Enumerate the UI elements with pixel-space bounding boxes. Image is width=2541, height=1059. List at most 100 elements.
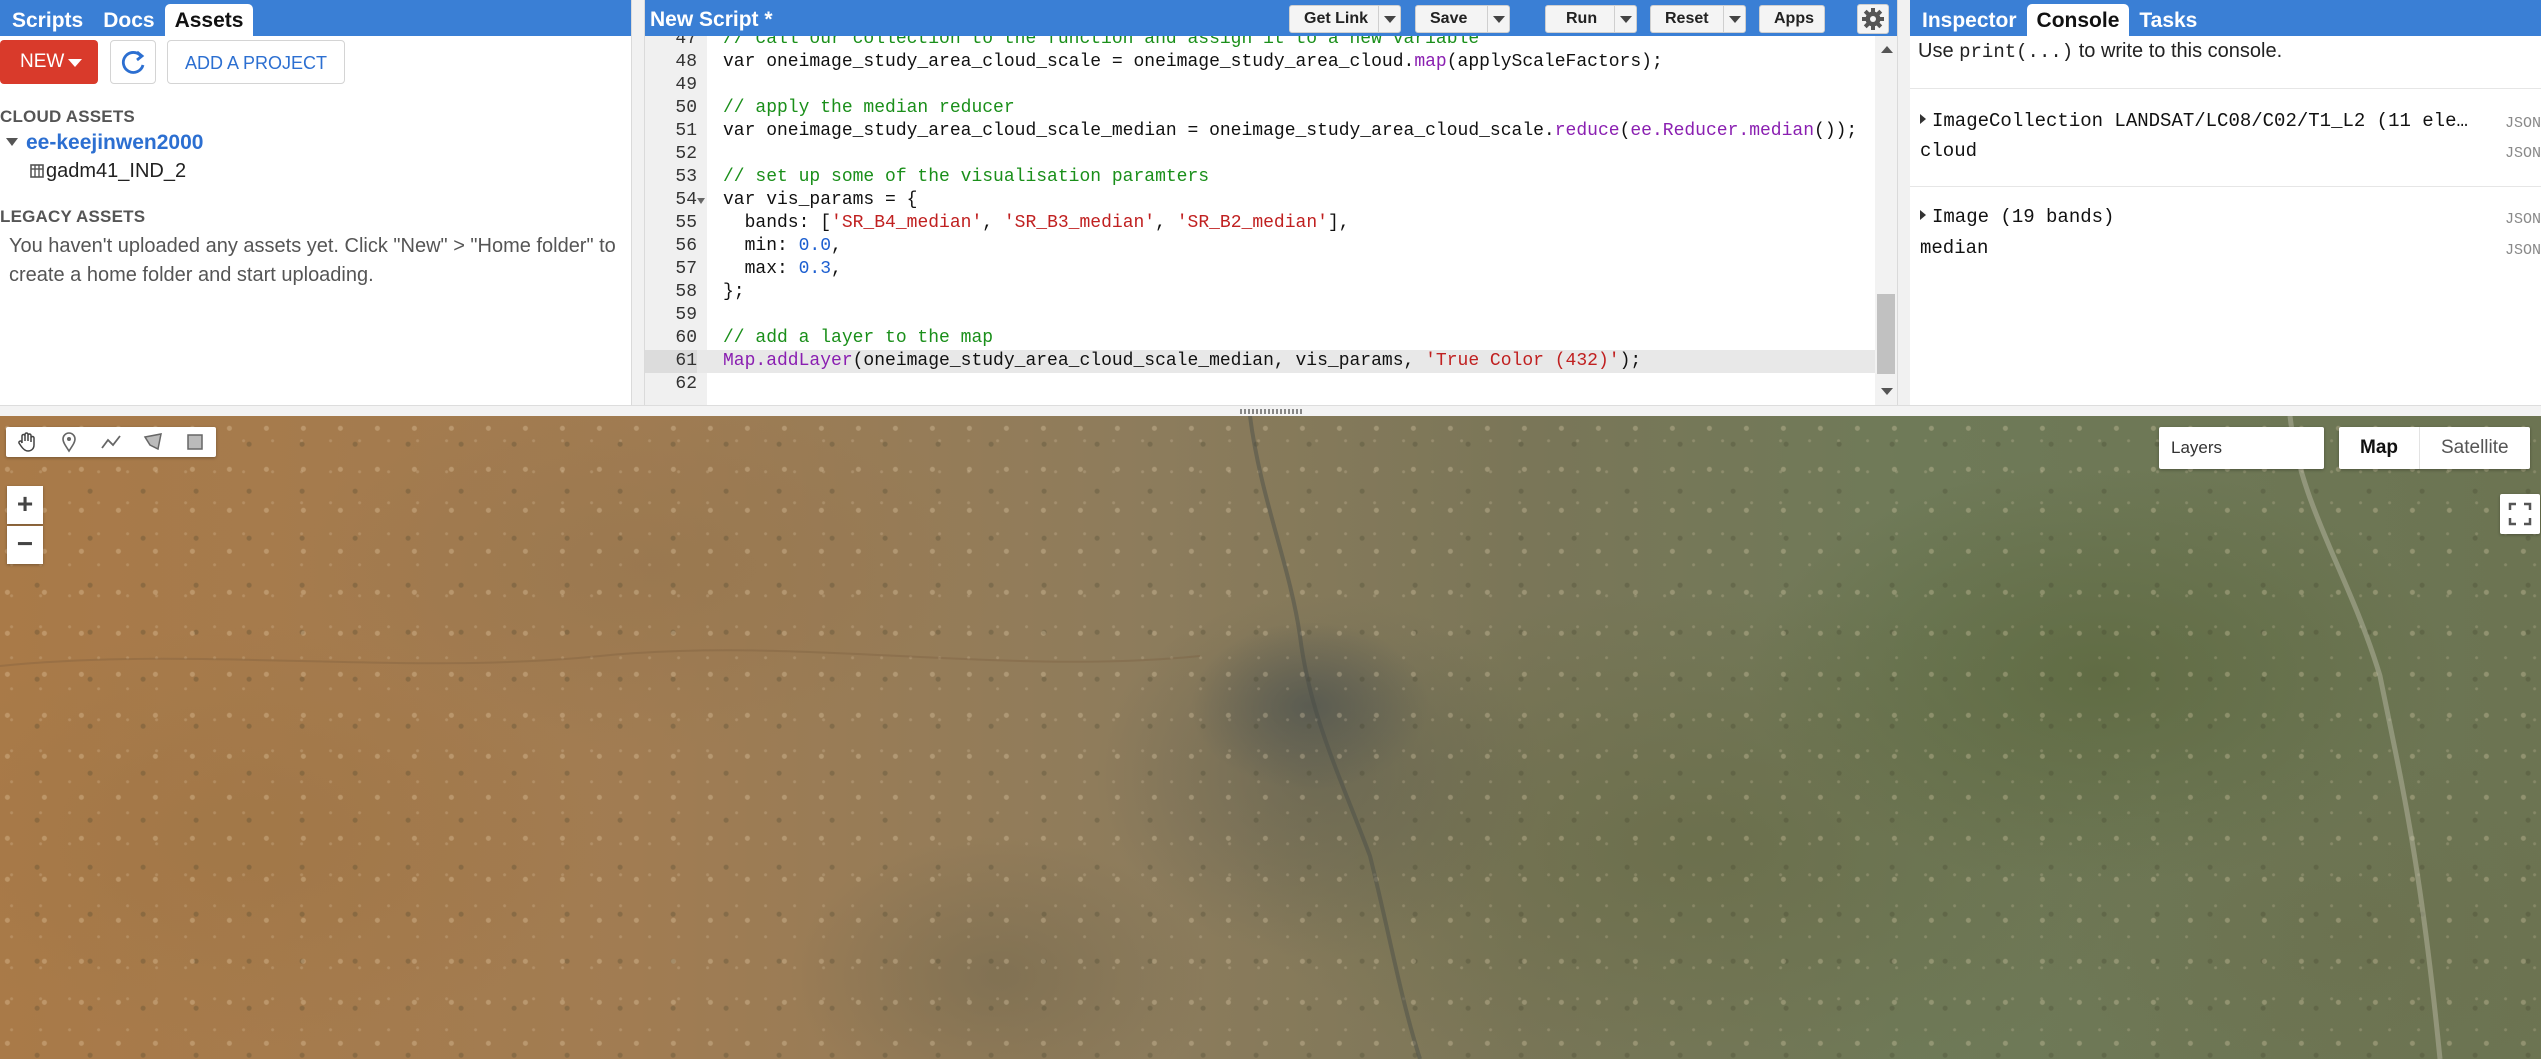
code-line[interactable]: 54 var vis_params = {: [645, 189, 1875, 212]
code-line[interactable]: 58};: [645, 281, 1875, 304]
code-line[interactable]: 60 // add a layer to the map: [645, 327, 1875, 350]
river-overlay: [0, 416, 2443, 1059]
left-tabbar: Scripts Docs Assets: [0, 0, 631, 36]
hint-code: print(...): [1959, 41, 2074, 63]
console-entry-title[interactable]: ImageCollection LANDSAT/LC08/C02/T1_L2 (…: [1920, 110, 2468, 132]
save-button[interactable]: Save: [1415, 5, 1510, 33]
apps-button[interactable]: Apps: [1759, 5, 1825, 33]
line-number: 54: [675, 190, 697, 210]
scroll-down-icon[interactable]: [1881, 388, 1893, 395]
code-line[interactable]: 48 var oneimage_study_area_cloud_scale = …: [645, 51, 1875, 74]
code-line[interactable]: 47 // call our collection to the function…: [645, 36, 1875, 51]
code-line[interactable]: 53 // set up some of the visualisation pa…: [645, 166, 1875, 189]
chevron-down-icon[interactable]: [1487, 6, 1509, 32]
console-entry-title[interactable]: Image (19 bands): [1920, 206, 2114, 228]
panel-resizer-right[interactable]: [1897, 0, 1911, 405]
code-line[interactable]: 49: [645, 74, 1875, 97]
entry-title-text: Image (19 bands): [1932, 206, 2115, 228]
code-line[interactable]: 51 var oneimage_study_area_cloud_scale_me…: [645, 120, 1875, 143]
code-text: max: 0.3,: [723, 259, 842, 279]
fold-arrow-icon[interactable]: [697, 198, 705, 204]
expand-triangle-icon[interactable]: [1920, 114, 1926, 124]
line-number: 48: [675, 52, 697, 72]
new-button-label: NEW: [20, 51, 65, 72]
map-type-control: Map Satellite: [2339, 427, 2530, 469]
tab-console[interactable]: Console: [2026, 4, 2130, 36]
code-text: bands: ['SR_B4_median', 'SR_B3_median', …: [723, 213, 1350, 233]
chevron-down-icon[interactable]: [1378, 6, 1400, 32]
expand-triangle-icon[interactable]: [1920, 210, 1926, 220]
pan-tool[interactable]: [6, 427, 48, 457]
tab-tasks[interactable]: Tasks: [2129, 4, 2207, 36]
line-number: 62: [675, 374, 697, 394]
refresh-button[interactable]: [110, 40, 156, 84]
json-link[interactable]: JSON: [2505, 145, 2541, 162]
panel-resizer-left[interactable]: [631, 0, 645, 405]
settings-button[interactable]: [1857, 4, 1889, 34]
tab-inspector[interactable]: Inspector: [1912, 4, 2027, 36]
map-type-satellite[interactable]: Satellite: [2420, 427, 2530, 469]
code-text: // call our collection to the function a…: [723, 36, 1480, 49]
add-marker-tool[interactable]: [48, 427, 90, 457]
tab-docs[interactable]: Docs: [93, 4, 164, 36]
code-text: var oneimage_study_area_cloud_scale = on…: [723, 52, 1663, 72]
caret-down-icon: [68, 59, 82, 67]
code-line[interactable]: 56 min: 0.0,: [645, 235, 1875, 258]
map-canvas[interactable]: + − Layers Map Satellite: [0, 416, 2541, 1059]
code-text: // add a layer to the map: [723, 328, 994, 348]
map-splitter[interactable]: [0, 405, 2541, 416]
script-name[interactable]: New Script *: [650, 0, 773, 40]
asset-item[interactable]: gadm41_IND_2: [30, 160, 186, 183]
assets-toolbar: NEW ADD A PROJECT: [0, 40, 631, 86]
rectangle-icon: [187, 434, 203, 450]
console-entry-label: cloud: [1920, 140, 1978, 162]
code-text: var vis_params = {: [723, 190, 918, 210]
refresh-icon: [121, 50, 145, 74]
get-link-button[interactable]: Get Link: [1289, 5, 1401, 33]
marker-icon: [62, 432, 76, 453]
fullscreen-button[interactable]: [2500, 494, 2540, 534]
layers-dropdown[interactable]: Layers: [2159, 427, 2324, 469]
run-label: Run: [1566, 10, 1598, 27]
add-project-button[interactable]: ADD A PROJECT: [167, 40, 345, 84]
asset-folder-owner[interactable]: ee-keejinwen2000: [6, 131, 203, 155]
tab-assets[interactable]: Assets: [164, 4, 254, 36]
draw-polygon-tool[interactable]: [132, 427, 174, 457]
code-line[interactable]: 55 bands: ['SR_B4_median', 'SR_B3_median…: [645, 212, 1875, 235]
code-area[interactable]: 47 // call our collection to the function…: [645, 36, 1875, 405]
code-line[interactable]: 57 max: 0.3,: [645, 258, 1875, 281]
draw-rectangle-tool[interactable]: [174, 427, 216, 457]
drag-handle-icon[interactable]: [1240, 409, 1304, 414]
hand-icon: [18, 432, 35, 452]
scroll-thumb[interactable]: [1877, 294, 1895, 374]
fullscreen-icon: [2508, 502, 2532, 526]
json-link[interactable]: JSON: [2505, 211, 2541, 228]
editor-scrollbar[interactable]: [1875, 36, 1897, 405]
line-number: 52: [675, 144, 697, 164]
scroll-up-icon[interactable]: [1881, 46, 1893, 53]
code-line[interactable]: 59: [645, 304, 1875, 327]
chevron-down-icon[interactable]: [1614, 6, 1636, 32]
run-button[interactable]: Run: [1545, 5, 1637, 33]
reset-button[interactable]: Reset: [1650, 5, 1746, 33]
zoom-out-button[interactable]: −: [7, 526, 43, 564]
line-icon: [101, 435, 121, 449]
chevron-down-icon[interactable]: [1723, 6, 1745, 32]
json-link[interactable]: JSON: [2505, 242, 2541, 259]
new-button[interactable]: NEW: [0, 40, 98, 84]
zoom-in-button[interactable]: +: [7, 486, 43, 524]
cloud-assets-heading: CLOUD ASSETS: [0, 107, 135, 126]
code-line[interactable]: 61 Map.addLayer(oneimage_study_area_cloud…: [645, 350, 1875, 373]
code-line[interactable]: 52: [645, 143, 1875, 166]
line-number: 49: [675, 75, 697, 95]
code-text: min: 0.0,: [723, 236, 842, 256]
right-tabbar: Inspector Console Tasks: [1910, 0, 2541, 36]
map-type-map[interactable]: Map: [2339, 427, 2420, 469]
code-text: // set up some of the visualisation para…: [723, 167, 1210, 187]
json-link[interactable]: JSON: [2505, 115, 2541, 132]
legacy-assets-heading: LEGACY ASSETS: [0, 207, 146, 226]
draw-line-tool[interactable]: [90, 427, 132, 457]
code-line[interactable]: 62: [645, 373, 1875, 396]
code-line[interactable]: 50 // apply the median reducer: [645, 97, 1875, 120]
tab-scripts[interactable]: Scripts: [2, 4, 93, 36]
